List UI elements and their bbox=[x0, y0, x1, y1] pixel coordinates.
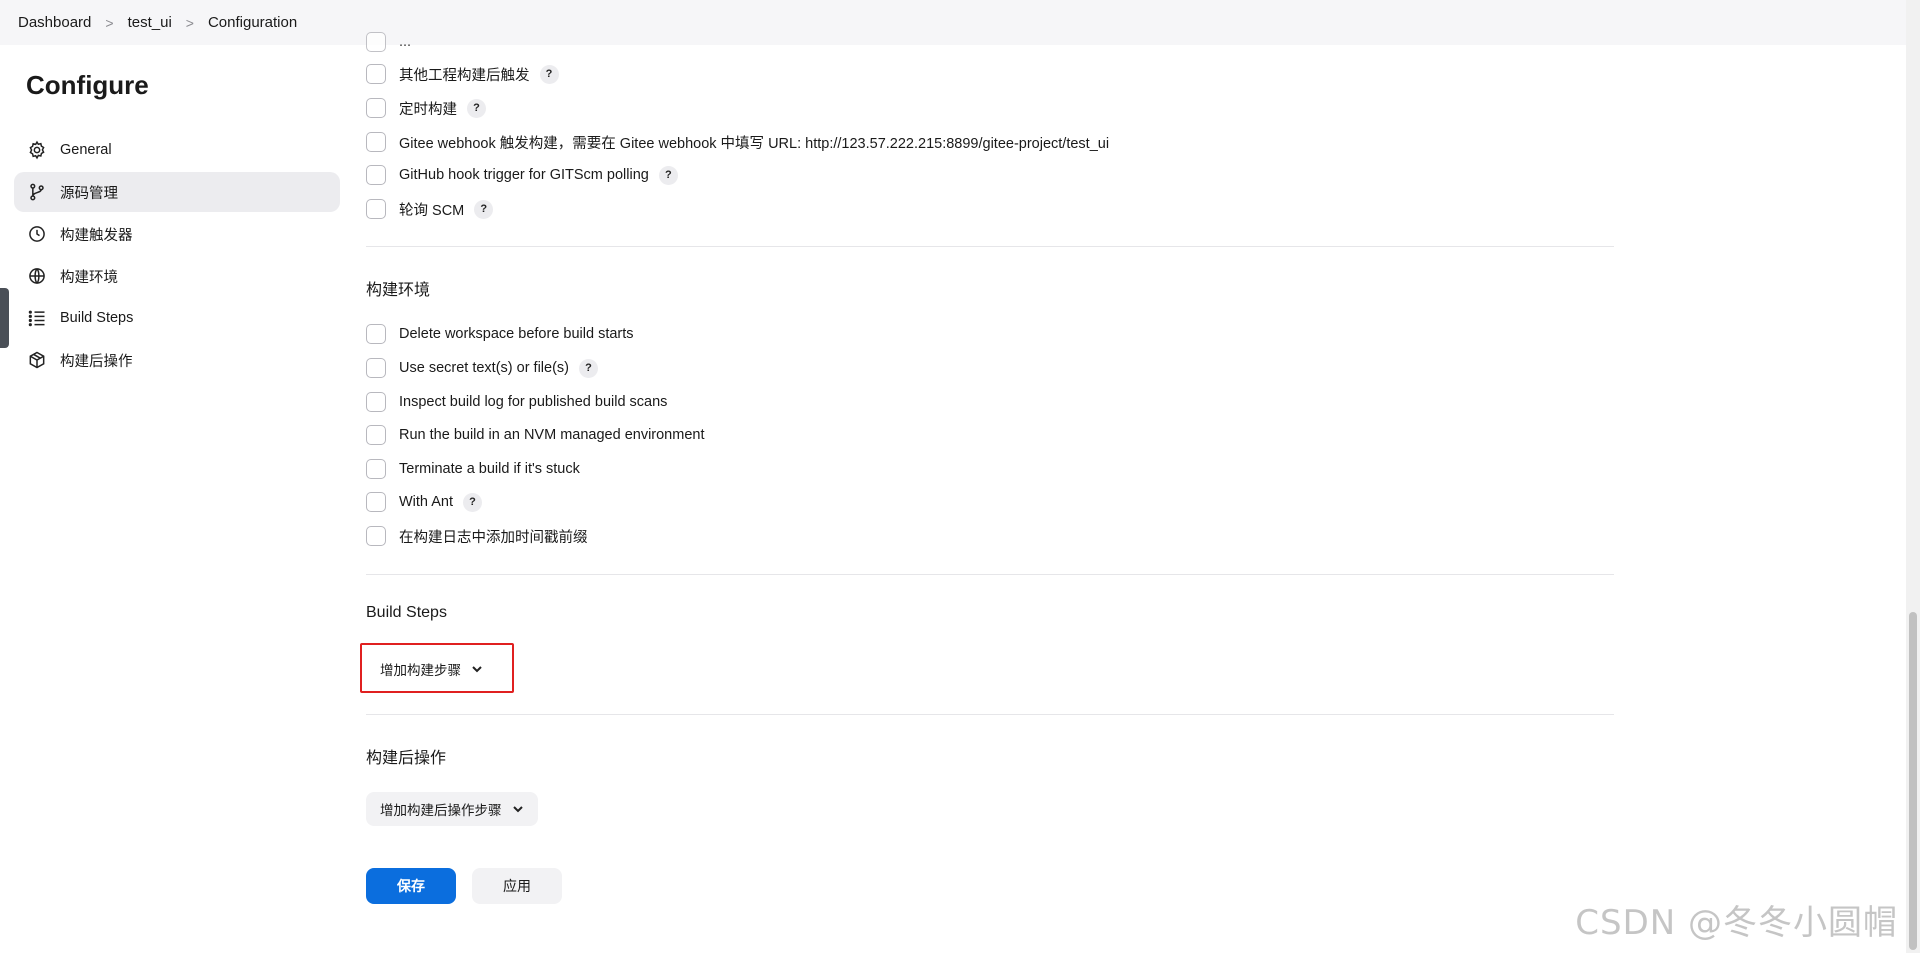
help-icon[interactable]: ? bbox=[658, 165, 678, 185]
env-row: Delete workspace before build starts bbox=[366, 322, 634, 346]
section-divider bbox=[366, 246, 1614, 247]
chevron-down-icon bbox=[471, 663, 483, 675]
add-build-step-button[interactable]: 增加构建步骤 bbox=[366, 652, 497, 686]
sidebar-item-label: 源码管理 bbox=[60, 185, 118, 202]
env-label: 在构建日志中添加时间戳前缀 bbox=[399, 529, 588, 546]
trigger-checkbox[interactable] bbox=[366, 98, 386, 118]
help-icon[interactable]: ? bbox=[467, 98, 486, 118]
side-panel-handle[interactable] bbox=[0, 288, 9, 348]
sidebar-item-label: 构建后操作 bbox=[60, 353, 133, 370]
trigger-checkbox[interactable] bbox=[366, 165, 386, 185]
trigger-row: 其他工程构建后触发 ? bbox=[366, 62, 559, 86]
trigger-checkbox[interactable] bbox=[366, 64, 386, 84]
env-row: With Ant ? bbox=[366, 490, 482, 514]
scrollbar-thumb[interactable] bbox=[1909, 612, 1917, 950]
env-row: 在构建日志中添加时间戳前缀 bbox=[366, 524, 588, 548]
trigger-row: 定时构建 ? bbox=[366, 96, 486, 120]
env-row: Run the build in an NVM managed environm… bbox=[366, 423, 704, 447]
sidebar-item-scm[interactable]: 源码管理 bbox=[14, 172, 340, 212]
sidebar-nav: General 源码管理 构建触发器 构建环境 Build Steps 构建后操… bbox=[14, 130, 340, 382]
sidebar-item-general[interactable]: General bbox=[14, 130, 340, 170]
scrollbar-track[interactable] bbox=[1906, 0, 1920, 953]
add-post-build-step-button[interactable]: 增加构建后操作步骤 bbox=[366, 792, 538, 826]
env-label: Run the build in an NVM managed environm… bbox=[399, 427, 705, 443]
package-icon bbox=[26, 349, 48, 371]
env-checkbox[interactable] bbox=[366, 324, 386, 344]
help-icon[interactable]: ? bbox=[579, 358, 598, 378]
trigger-row: Gitee webhook 触发构建，需要在 Gitee webhook 中填写… bbox=[366, 130, 1109, 154]
trigger-label: GitHub hook trigger for GITScm polling bbox=[399, 167, 649, 183]
env-checkbox[interactable] bbox=[366, 526, 386, 546]
env-checkbox[interactable] bbox=[366, 358, 386, 378]
page-title: Configure bbox=[26, 70, 149, 100]
section-divider bbox=[366, 714, 1614, 715]
sidebar-item-label: Build Steps bbox=[60, 310, 134, 326]
section-title-build-steps: Build Steps bbox=[366, 604, 447, 621]
sidebar-item-triggers[interactable]: 构建触发器 bbox=[14, 214, 340, 254]
breadcrumb-separator: > bbox=[105, 14, 114, 31]
env-row: Use secret text(s) or file(s) ? bbox=[366, 356, 598, 380]
breadcrumb-separator: > bbox=[185, 14, 194, 31]
env-row: Inspect build log for published build sc… bbox=[366, 390, 667, 414]
env-label: Terminate a build if it's stuck bbox=[399, 461, 580, 477]
section-title-build-env: 构建环境 bbox=[366, 282, 431, 299]
section-divider bbox=[366, 574, 1614, 575]
add-build-step-label: 增加构建步骤 bbox=[380, 663, 461, 678]
sidebar-item-label: 构建触发器 bbox=[60, 227, 133, 244]
watermark: CSDN @冬冬小圆帽 bbox=[1575, 903, 1898, 943]
env-label: With Ant bbox=[399, 494, 453, 510]
trigger-label: ... bbox=[399, 34, 412, 50]
branch-icon bbox=[26, 181, 48, 203]
trigger-checkbox[interactable] bbox=[366, 199, 386, 219]
save-button[interactable]: 保存 bbox=[366, 868, 456, 904]
env-row: Terminate a build if it's stuck bbox=[366, 457, 580, 481]
trigger-label: 定时构建 bbox=[399, 101, 457, 118]
help-icon[interactable]: ? bbox=[463, 492, 482, 512]
trigger-checkbox[interactable] bbox=[366, 132, 386, 152]
env-checkbox[interactable] bbox=[366, 392, 386, 412]
sidebar-item-label: General bbox=[60, 142, 112, 158]
env-checkbox[interactable] bbox=[366, 492, 386, 512]
trigger-row: GitHub hook trigger for GITScm polling ? bbox=[366, 163, 678, 187]
env-label: Use secret text(s) or file(s) bbox=[399, 360, 569, 376]
sidebar-item-label: 构建环境 bbox=[60, 269, 118, 286]
trigger-label: 其他工程构建后触发 bbox=[399, 67, 530, 84]
gear-icon bbox=[26, 139, 48, 161]
breadcrumb-dashboard[interactable]: Dashboard bbox=[18, 14, 91, 31]
help-icon[interactable]: ? bbox=[539, 64, 559, 84]
clock-icon bbox=[26, 223, 48, 245]
list-icon bbox=[26, 307, 48, 329]
globe-icon bbox=[26, 265, 48, 287]
trigger-row: 轮询 SCM ? bbox=[366, 197, 494, 221]
breadcrumb-project[interactable]: test_ui bbox=[128, 14, 172, 31]
env-checkbox[interactable] bbox=[366, 459, 386, 479]
help-icon[interactable]: ? bbox=[474, 199, 494, 219]
trigger-checkbox[interactable] bbox=[366, 32, 386, 52]
breadcrumb: Dashboard > test_ui > Configuration bbox=[0, 0, 1920, 45]
trigger-row-partial: ... bbox=[366, 30, 411, 54]
env-checkbox[interactable] bbox=[366, 425, 386, 445]
add-post-build-step-label: 增加构建后操作步骤 bbox=[380, 803, 502, 818]
trigger-label: 轮询 SCM bbox=[399, 202, 465, 219]
breadcrumb-configuration[interactable]: Configuration bbox=[208, 14, 297, 31]
env-label: Delete workspace before build starts bbox=[399, 326, 634, 342]
trigger-label: Gitee webhook 触发构建，需要在 Gitee webhook 中填写… bbox=[399, 135, 1110, 152]
sidebar-item-build-env[interactable]: 构建环境 bbox=[14, 256, 340, 296]
env-label: Inspect build log for published build sc… bbox=[399, 394, 668, 410]
sidebar-item-build-steps[interactable]: Build Steps bbox=[14, 298, 340, 338]
apply-button[interactable]: 应用 bbox=[472, 868, 562, 904]
sidebar-item-post-build[interactable]: 构建后操作 bbox=[14, 340, 340, 380]
section-title-post-build: 构建后操作 bbox=[366, 750, 447, 767]
chevron-down-icon bbox=[512, 803, 524, 815]
